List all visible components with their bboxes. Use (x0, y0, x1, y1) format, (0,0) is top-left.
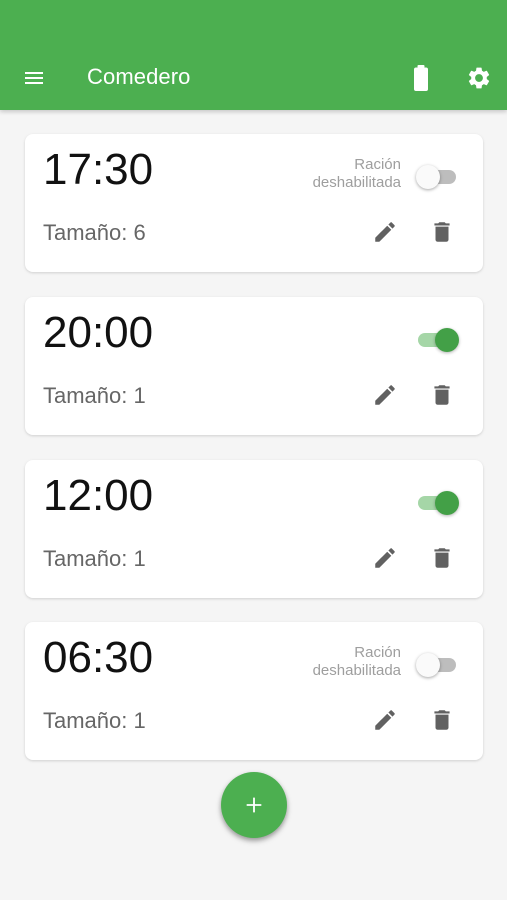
feeding-size: Tamaño: 1 (43, 708, 146, 733)
add-feeding-button[interactable] (221, 772, 287, 838)
plus-icon (246, 797, 262, 813)
toggle-thumb (416, 653, 440, 677)
delete-button[interactable] (428, 544, 456, 572)
feeding-card: 06:30 Ración deshabilitada Tamaño: 1 (25, 622, 483, 760)
feeding-time: 17:30 (43, 145, 154, 194)
delete-trash-icon (434, 222, 450, 242)
feeding-size: Tamaño: 6 (43, 220, 146, 245)
feeding-status-text: Ración deshabilitada (312, 644, 401, 679)
settings-gear-icon (468, 67, 490, 89)
delete-trash-icon (434, 548, 450, 568)
edit-button[interactable] (371, 706, 399, 734)
feeding-card: 20:00 Tamaño: 1 (25, 297, 483, 435)
edit-button[interactable] (371, 544, 399, 572)
edit-pencil-icon (375, 548, 395, 568)
feeding-toggle[interactable] (416, 164, 460, 190)
toggle-thumb (435, 328, 459, 352)
app-title: Comedero (87, 64, 191, 89)
delete-trash-icon (434, 710, 450, 730)
feeding-time: 20:00 (43, 308, 154, 357)
menu-button[interactable] (22, 66, 46, 90)
battery-status (409, 64, 433, 92)
edit-pencil-icon (375, 222, 395, 242)
menu-icon (25, 72, 43, 84)
delete-button[interactable] (428, 218, 456, 246)
edit-pencil-icon (375, 385, 395, 405)
delete-trash-icon (434, 385, 450, 405)
feeding-toggle[interactable] (416, 327, 460, 353)
edit-pencil-icon (375, 710, 395, 730)
feeding-toggle[interactable] (416, 490, 460, 516)
toggle-thumb (435, 491, 459, 515)
delete-button[interactable] (428, 706, 456, 734)
delete-button[interactable] (428, 381, 456, 409)
feeding-size: Tamaño: 1 (43, 546, 146, 571)
feeding-size: Tamaño: 1 (43, 383, 146, 408)
battery-full-icon (414, 65, 428, 91)
feeding-card: 12:00 Tamaño: 1 (25, 460, 483, 598)
edit-button[interactable] (371, 381, 399, 409)
toggle-thumb (416, 165, 440, 189)
feeding-time: 12:00 (43, 471, 154, 520)
edit-button[interactable] (371, 218, 399, 246)
feeding-toggle[interactable] (416, 652, 460, 678)
feeding-status-text: Ración deshabilitada (312, 156, 401, 191)
feeding-card: 17:30 Ración deshabilitada Tamaño: 6 (25, 134, 483, 272)
feeding-time: 06:30 (43, 633, 154, 682)
app-bar: Comedero (0, 0, 507, 110)
settings-button[interactable] (465, 64, 493, 92)
